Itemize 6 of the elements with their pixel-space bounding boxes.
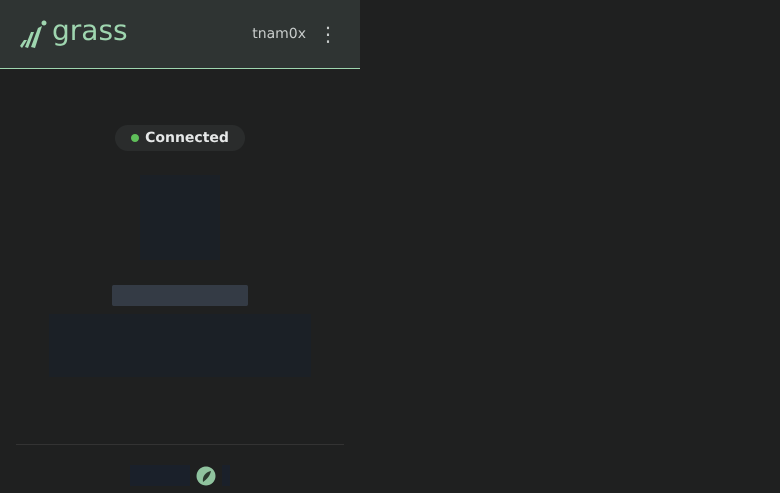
menu-button[interactable]: ⋮	[314, 22, 342, 46]
logo-wordmark: grass	[52, 17, 128, 49]
username: tnam0x	[252, 26, 306, 42]
leaf-coin-icon	[196, 466, 216, 486]
status-label: Connected	[145, 130, 229, 146]
leaf-logo-icon	[18, 18, 48, 50]
